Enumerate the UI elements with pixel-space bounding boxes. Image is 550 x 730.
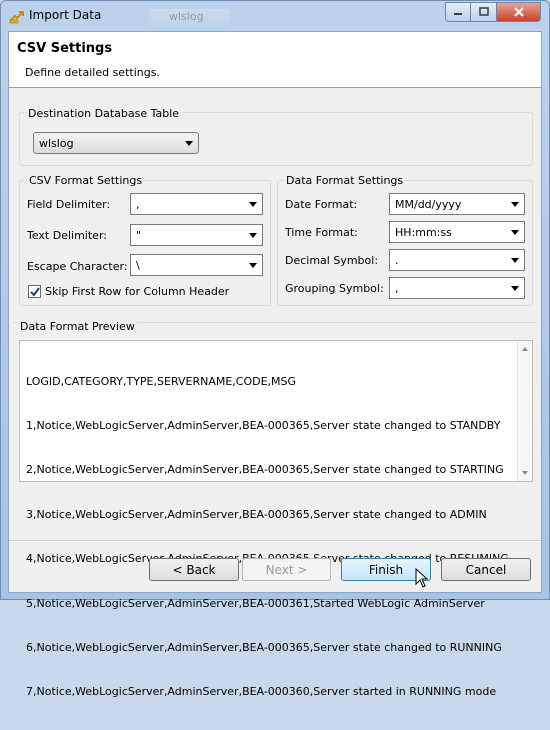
decimal-symbol-select[interactable]: . [389, 249, 525, 271]
field-delimiter-label: Field Delimiter: [27, 198, 111, 211]
time-format-label: Time Format: [285, 226, 358, 239]
preview-line: 7,Notice,WebLogicServer,AdminServer,BEA-… [26, 685, 497, 699]
scroll-up-icon[interactable] [522, 347, 528, 351]
checkmark-icon [29, 286, 40, 297]
date-format-value: MM/dd/yyyy [395, 197, 462, 211]
chevron-down-icon [249, 202, 257, 207]
date-format-select[interactable]: MM/dd/yyyy [389, 193, 525, 215]
chevron-down-icon [249, 233, 257, 238]
mouse-cursor-icon [415, 568, 429, 588]
scroll-down-icon[interactable] [522, 471, 528, 475]
footer-divider-highlight [9, 541, 541, 542]
time-format-value: HH:mm:ss [395, 225, 452, 239]
chevron-down-icon [185, 141, 193, 146]
background-tab-label: wlslog [169, 10, 204, 23]
cancel-button[interactable]: Cancel [441, 558, 531, 581]
window-title: Import Data [29, 8, 102, 22]
background-tab: wlslog [149, 9, 229, 25]
import-data-window: Import Data wlslog CSV Settings Define d… [0, 0, 550, 698]
csv-format-group-label: CSV Format Settings [27, 174, 145, 187]
window-controls [445, 2, 541, 22]
page-title: CSV Settings [17, 41, 113, 56]
chevron-down-icon [511, 258, 519, 263]
text-delimiter-value: " [136, 228, 142, 242]
minimize-button[interactable] [445, 2, 471, 22]
data-preview-area[interactable]: LOGID,CATEGORY,TYPE,SERVERNAME,CODE,MSG … [19, 340, 533, 698]
destination-table-value: wlslog [39, 136, 74, 150]
destination-table-select[interactable]: wlslog [33, 132, 199, 154]
escape-character-value: \ [136, 258, 140, 272]
wizard-header: CSV Settings Define detailed settings. [9, 32, 541, 88]
close-icon [513, 7, 524, 17]
text-delimiter-label: Text Delimiter: [27, 229, 107, 242]
field-delimiter-select[interactable]: , [130, 193, 263, 215]
skip-first-row-label[interactable]: Skip First Row for Column Header [45, 285, 229, 298]
preview-line: 1,Notice,WebLogicServer,AdminServer,BEA-… [26, 418, 501, 432]
decimal-symbol-label: Decimal Symbol: [285, 254, 379, 267]
text-delimiter-select[interactable]: " [130, 224, 263, 246]
grouping-symbol-select[interactable]: , [389, 277, 525, 299]
field-delimiter-value: , [136, 197, 140, 211]
time-format-select[interactable]: HH:mm:ss [389, 221, 525, 243]
chevron-down-icon [511, 202, 519, 207]
preview-label: Data Format Preview [18, 320, 137, 333]
preview-lines: LOGID,CATEGORY,TYPE,SERVERNAME,CODE,MSG … [26, 345, 509, 730]
destination-group-label: Destination Database Table [26, 107, 182, 120]
minimize-icon [454, 13, 462, 15]
dialog-body: CSV Settings Define detailed settings. D… [8, 31, 542, 698]
decimal-symbol-value: . [395, 253, 399, 267]
preview-line: 3,Notice,WebLogicServer,AdminServer,BEA-… [26, 507, 487, 521]
title-bar[interactable]: Import Data wlslog [1, 1, 549, 31]
preview-line: 5,Notice,WebLogicServer,AdminServer,BEA-… [26, 596, 485, 610]
data-format-group-label: Data Format Settings [284, 174, 406, 187]
page-description: Define detailed settings. [25, 66, 160, 79]
back-button[interactable]: < Back [149, 558, 239, 581]
preview-line: 2,Notice,WebLogicServer,AdminServer,BEA-… [26, 463, 504, 477]
chevron-down-icon [511, 230, 519, 235]
maximize-button[interactable] [471, 2, 497, 22]
import-data-icon [9, 11, 24, 24]
chevron-down-icon [249, 263, 257, 268]
preview-scrollbar[interactable] [517, 341, 532, 481]
grouping-symbol-value: , [395, 281, 399, 295]
date-format-label: Date Format: [285, 198, 358, 211]
grouping-symbol-label: Grouping Symbol: [285, 282, 384, 295]
preview-line: LOGID,CATEGORY,TYPE,SERVERNAME,CODE,MSG [26, 374, 297, 388]
maximize-icon [478, 7, 489, 16]
chevron-down-icon [511, 286, 519, 291]
close-button[interactable] [497, 2, 541, 22]
next-button[interactable]: Next > [242, 558, 331, 581]
skip-first-row-checkbox[interactable] [28, 285, 41, 298]
escape-character-label: Escape Character: [27, 260, 128, 273]
escape-character-select[interactable]: \ [130, 254, 263, 276]
preview-line: 6,Notice,WebLogicServer,AdminServer,BEA-… [26, 640, 502, 654]
